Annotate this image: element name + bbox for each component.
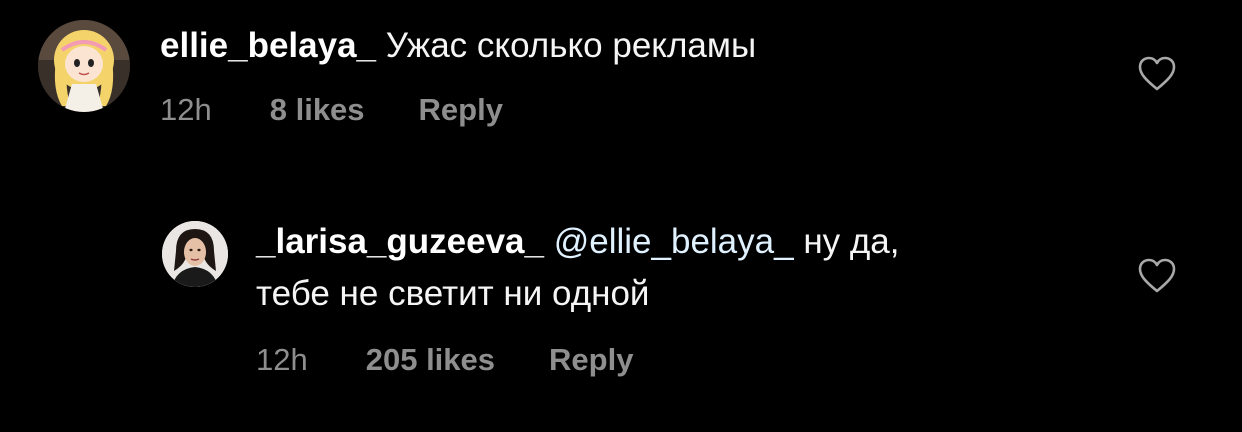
- comment-text: ellie_belaya_ Ужас сколько рекламы: [160, 20, 756, 72]
- likes-count[interactable]: 205 likes: [366, 342, 495, 378]
- comments-panel: ellie_belaya_ Ужас сколько рекламы 12h 8…: [0, 0, 1242, 432]
- comment-body-line1: ну да,: [803, 222, 900, 261]
- reply-comment-item: _larisa_guzeeva_ @ellie_belaya_ ну да, т…: [0, 190, 1242, 432]
- likes-count[interactable]: 8 likes: [270, 92, 365, 128]
- cartoon-girl-avatar-icon: [38, 20, 130, 112]
- comment-time: 12h: [256, 342, 308, 377]
- reply-button[interactable]: Reply: [419, 92, 503, 128]
- woman-portrait-avatar-icon: [162, 221, 228, 287]
- comment-meta: 12h 8 likes Reply: [160, 92, 503, 128]
- comment-meta: 12h 205 likes Reply: [256, 342, 633, 378]
- comment-body-line2: тебе не светит ни одной: [256, 274, 650, 313]
- heart-icon[interactable]: [1138, 258, 1176, 294]
- heart-icon[interactable]: [1138, 56, 1176, 92]
- comment-body: Ужас сколько рекламы: [385, 26, 757, 65]
- comment-item: ellie_belaya_ Ужас сколько рекламы 12h 8…: [0, 0, 1242, 180]
- comment-username[interactable]: _larisa_guzeeva_: [256, 222, 544, 261]
- avatar[interactable]: [162, 221, 228, 287]
- comment-text: _larisa_guzeeva_ @ellie_belaya_ ну да, т…: [256, 216, 899, 320]
- comment-username[interactable]: ellie_belaya_: [160, 26, 376, 65]
- reply-button[interactable]: Reply: [549, 342, 633, 378]
- mention-link[interactable]: @ellie_belaya_: [554, 222, 794, 261]
- comment-time: 12h: [160, 92, 212, 127]
- avatar[interactable]: [38, 20, 130, 112]
